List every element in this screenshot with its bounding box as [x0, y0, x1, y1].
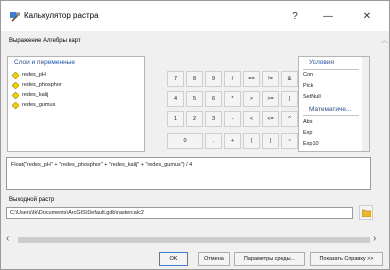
key-not[interactable]: ~: [281, 133, 298, 149]
horizontal-scrollbar[interactable]: ‹ ›: [6, 233, 384, 245]
function-item[interactable]: Exp: [303, 130, 312, 136]
function-item[interactable]: Con: [303, 72, 313, 78]
layers-header: Слои и переменные: [14, 59, 75, 66]
layer-label: redes_pH: [22, 72, 46, 78]
map-algebra-label: Выражение Алгебры карт: [9, 38, 81, 44]
key-6[interactable]: 6: [205, 91, 222, 107]
key-greater-equal[interactable]: >=: [262, 91, 279, 107]
key-plus[interactable]: +: [224, 133, 241, 149]
key-or[interactable]: |: [281, 91, 298, 107]
key-3[interactable]: 3: [205, 111, 222, 127]
help-window-button[interactable]: ?: [281, 1, 309, 31]
group-divider: [303, 115, 359, 116]
raster-layer-icon: [12, 91, 19, 99]
layer-label: redes_kalij: [22, 92, 49, 98]
raster-layer-icon: [12, 71, 19, 79]
conditional-group-header[interactable]: Условия: [309, 59, 334, 66]
key-decimal[interactable]: .: [205, 133, 222, 149]
key-7[interactable]: 7: [167, 71, 184, 87]
key-multiply[interactable]: *: [224, 91, 241, 107]
layer-label: redes_phosphor: [22, 82, 62, 88]
key-not-equal[interactable]: !=: [262, 71, 279, 87]
show-help-button[interactable]: Показать Справку >>: [310, 252, 383, 266]
chevron-left-icon[interactable]: ‹: [6, 233, 9, 244]
key-greater[interactable]: >: [243, 91, 260, 107]
layer-item[interactable]: redes_gumus: [12, 100, 55, 110]
raster-calculator-window: Калькулятор растра ? — ✕ Выражение Алгеб…: [0, 0, 390, 270]
layers-variables-list[interactable]: Слои и переменные redes_pH redes_phospho…: [7, 56, 145, 152]
function-item[interactable]: Abs: [303, 119, 312, 125]
layer-item[interactable]: redes_kalij: [12, 90, 48, 100]
raster-layer-icon: [12, 81, 19, 89]
key-1[interactable]: 1: [167, 111, 184, 127]
folder-icon: [361, 209, 371, 217]
calculator-hammer-icon: [10, 12, 20, 22]
key-minus[interactable]: -: [224, 111, 241, 127]
browse-button[interactable]: [359, 205, 373, 220]
expression-text: Float("redes_pH" + "redes_phosphor" + "r…: [11, 162, 193, 168]
layer-item[interactable]: redes_phosphor: [12, 80, 62, 90]
output-raster-field[interactable]: [6, 207, 353, 219]
close-button[interactable]: ✕: [353, 1, 381, 31]
ok-button[interactable]: OK: [159, 252, 188, 266]
layer-label: redes_gumus: [22, 102, 56, 108]
key-0[interactable]: 0: [167, 133, 203, 149]
function-item[interactable]: SetNull: [303, 94, 321, 100]
key-4[interactable]: 4: [167, 91, 184, 107]
functions-list[interactable]: Условия Con Pick SetNull Математиче... A…: [298, 56, 364, 152]
environments-button[interactable]: Параметры среды...: [234, 252, 305, 266]
function-item[interactable]: Pick: [303, 83, 313, 89]
raster-layer-icon: [12, 101, 19, 109]
key-less[interactable]: <: [243, 111, 260, 127]
key-2[interactable]: 2: [186, 111, 203, 127]
expression-editor[interactable]: Float("redes_pH" + "redes_phosphor" + "r…: [6, 157, 371, 190]
key-less-equal[interactable]: <=: [262, 111, 279, 127]
chevron-right-icon[interactable]: ›: [373, 233, 376, 244]
title-bar[interactable]: Калькулятор растра ? — ✕: [1, 1, 389, 31]
dialog-button-bar: OK Отмена Параметры среды... Показать Сп…: [1, 250, 389, 269]
group-divider: [303, 69, 359, 70]
operator-keypad: 7 8 9 / == != & 4 5 6 * > >= | 1 2 3 - <…: [150, 59, 298, 157]
minimize-button[interactable]: —: [314, 1, 342, 31]
key-9[interactable]: 9: [205, 71, 222, 87]
key-close-paren[interactable]: ): [262, 133, 279, 149]
key-and[interactable]: &: [281, 71, 298, 87]
key-5[interactable]: 5: [186, 91, 203, 107]
math-group-header[interactable]: Математиче...: [309, 106, 351, 113]
key-8[interactable]: 8: [186, 71, 203, 87]
output-raster-label: Выходной растр: [9, 197, 55, 203]
key-xor[interactable]: ^: [281, 111, 298, 127]
window-title: Калькулятор растра: [24, 11, 99, 20]
key-divide[interactable]: /: [224, 71, 241, 87]
functions-scrollbar[interactable]: [362, 56, 370, 152]
scrollbar-thumb[interactable]: [18, 237, 370, 243]
chevron-up-icon[interactable]: ︿: [381, 35, 388, 45]
layer-item[interactable]: redes_pH: [12, 70, 46, 80]
key-open-paren[interactable]: (: [243, 133, 260, 149]
function-item[interactable]: Exp10: [303, 141, 319, 147]
key-equal[interactable]: ==: [243, 71, 260, 87]
cancel-button[interactable]: Отмена: [198, 252, 230, 266]
